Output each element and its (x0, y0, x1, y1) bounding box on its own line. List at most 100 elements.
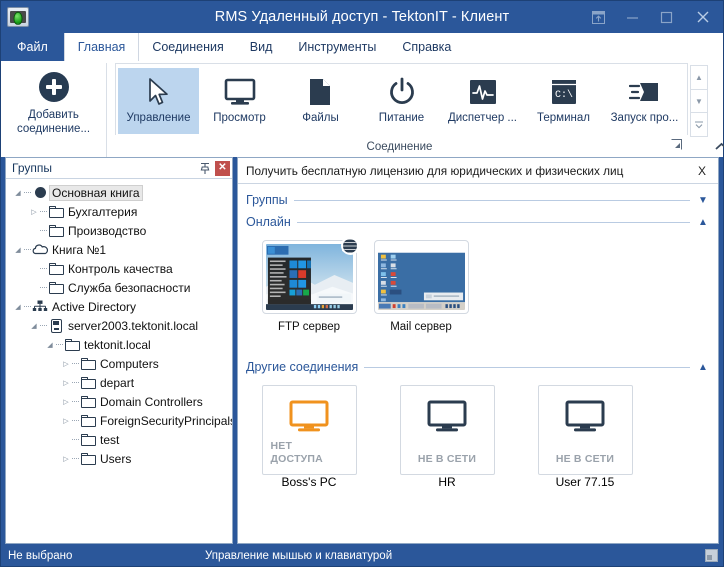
tree-item-label: ForeignSecurityPrincipals (97, 414, 232, 428)
close-icon[interactable] (683, 2, 723, 32)
scroll-down-icon[interactable]: ▼ (691, 90, 707, 114)
connection-thumbnail[interactable] (374, 240, 469, 314)
expander-collapsed-icon[interactable]: ▷ (60, 360, 72, 368)
status-mode: Управление мышью и клавиатурой (205, 550, 703, 562)
cursor-arrow-icon (146, 75, 172, 109)
resize-grip-icon[interactable] (703, 549, 719, 563)
expander-expanded-icon[interactable]: ◢ (12, 246, 24, 254)
connection-name: Boss's PC (282, 475, 337, 489)
tree-item-[interactable]: Производство (12, 221, 232, 240)
section-title-online: Онлайн (246, 215, 291, 229)
ribbon-button-run-program[interactable]: Запуск про... (604, 68, 685, 134)
maximize-icon[interactable] (649, 2, 683, 32)
expander-expanded-icon[interactable]: ◢ (12, 189, 24, 197)
tree-item-[interactable]: Контроль качества (12, 259, 232, 278)
section-title-groups: Группы (246, 193, 288, 207)
add-connection-label-line2: соединение... (17, 122, 90, 136)
scroll-up-icon[interactable]: ▲ (691, 66, 707, 90)
expander-expanded-icon[interactable]: ◢ (28, 322, 40, 330)
ribbon-label-task-manager: Питание (379, 112, 424, 124)
connection-tile[interactable]: НЕ В СЕТИ HR (398, 385, 496, 489)
ribbon-button-terminal[interactable]: C:\ Терминал (523, 68, 604, 134)
folder-icon (47, 225, 65, 237)
connection-tile[interactable]: НЕТ ДОСТУПА Boss's PC (260, 385, 358, 489)
connection-status-box[interactable]: НЕ В СЕТИ (538, 385, 633, 475)
expander-collapsed-icon[interactable]: ▷ (60, 417, 72, 425)
tree-item-users[interactable]: ▷Users (12, 449, 232, 468)
tree-item-foreignsecurityprincipals[interactable]: ▷ ForeignSecurityPrincipals (12, 411, 232, 430)
ribbon-label-run-program: Запуск про... (611, 112, 679, 124)
expander-expanded-icon[interactable]: ◢ (44, 341, 56, 349)
tree-item-test[interactable]: test (12, 430, 232, 449)
ribbon-button-manager[interactable]: Диспетчер ... (442, 68, 523, 134)
groups-tree[interactable]: ◢Основная книга▷БухгалтерияПроизводство◢… (6, 179, 232, 543)
files-icon (307, 75, 335, 109)
folder-icon (79, 377, 97, 389)
chevron-down-icon[interactable]: ▼ (696, 195, 710, 206)
tree-item-1[interactable]: ◢Книга №1 (12, 240, 232, 259)
tree-item-computers[interactable]: ▷Computers (12, 354, 232, 373)
tab-home[interactable]: Главная (64, 33, 140, 61)
connection-tile[interactable]: Mail сервер (372, 240, 470, 333)
tree-line (24, 192, 31, 193)
license-banner[interactable]: Получить бесплатную лицензию для юридиче… (238, 158, 718, 184)
connection-name: FTP сервер (278, 321, 340, 333)
expander-collapsed-icon[interactable]: ▷ (60, 455, 72, 463)
dialog-launcher-icon[interactable] (670, 139, 682, 151)
folder-icon (79, 434, 97, 446)
connection-status-box[interactable]: НЕ В СЕТИ (400, 385, 495, 475)
expander-collapsed-icon[interactable]: ▷ (28, 208, 40, 216)
tree-item-active-directory[interactable]: ◢Active Directory (12, 297, 232, 316)
folder-icon (79, 396, 97, 408)
add-connection-button[interactable]: Добавить соединение... (1, 63, 107, 157)
pin-icon[interactable] (196, 160, 213, 177)
section-header-groups[interactable]: Группы ▼ (246, 190, 710, 210)
expander-expanded-icon[interactable]: ◢ (12, 303, 24, 311)
connection-status-box[interactable]: НЕТ ДОСТУПА (262, 385, 357, 475)
expander-collapsed-icon[interactable]: ▷ (60, 379, 72, 387)
chevron-up-icon[interactable]: ▲ (696, 362, 710, 373)
ribbon-button-files[interactable]: Файлы (280, 68, 361, 134)
tab-tools[interactable]: Инструменты (285, 33, 389, 61)
app-window: RMS Удаленный доступ - TektonIT - Клиент… (0, 0, 724, 567)
tab-help[interactable]: Справка (389, 33, 464, 61)
ribbon-label-manage: Управление (127, 112, 191, 124)
collapse-ribbon-icon[interactable] (708, 63, 724, 157)
expander-collapsed-icon[interactable]: ▷ (60, 398, 72, 406)
chevron-up-icon[interactable]: ▲ (696, 217, 710, 228)
groups-panel-title: Группы (12, 161, 52, 175)
dot-icon (31, 187, 49, 198)
tree-item-server2003-tektonit-local[interactable]: ◢server2003.tektonit.local (12, 316, 232, 335)
banner-close-icon[interactable]: X (694, 164, 710, 178)
tab-file[interactable]: Файл (1, 33, 64, 61)
tree-item-depart[interactable]: ▷depart (12, 373, 232, 392)
tree-item-tektonit-local[interactable]: ◢tektonit.local (12, 335, 232, 354)
tree-item-[interactable]: Служба безопасности (12, 278, 232, 297)
section-header-other[interactable]: Другие соединения ▲ (246, 357, 710, 377)
ribbon-button-power[interactable]: Питание (361, 68, 442, 134)
section-header-online[interactable]: Онлайн ▲ (246, 212, 710, 232)
connection-name: User 77.15 (556, 475, 615, 489)
scroll-more-icon[interactable] (691, 113, 707, 136)
ribbon-button-view[interactable]: Просмотр (199, 68, 280, 134)
tree-item-[interactable]: ▷Бухгалтерия (12, 202, 232, 221)
connection-thumbnail[interactable] (262, 240, 357, 314)
tree-line (72, 420, 79, 421)
connection-tile[interactable]: FTP сервер (260, 240, 358, 333)
ribbon-group-caption-text: Соединение (367, 141, 433, 153)
tree-item-[interactable]: ◢Основная книга (12, 183, 232, 202)
tree-item-domain-controllers[interactable]: ▷ Domain Controllers (12, 392, 232, 411)
ribbon-display-options-icon[interactable] (581, 2, 615, 32)
minimize-icon[interactable] (615, 2, 649, 32)
connection-tile[interactable]: НЕ В СЕТИ User 77.15 (536, 385, 634, 489)
tab-view[interactable]: Вид (237, 33, 286, 61)
ribbon-scrollbar[interactable]: ▲ ▼ (690, 65, 708, 137)
tree-line (72, 401, 79, 402)
tree-item-label: Domain Controllers (97, 395, 206, 409)
folder-icon (79, 415, 97, 427)
close-icon[interactable]: ✕ (215, 161, 230, 176)
license-banner-text: Получить бесплатную лицензию для юридиче… (246, 164, 623, 178)
server-icon (47, 319, 65, 333)
tab-connections[interactable]: Соединения (139, 33, 236, 61)
ribbon-button-manage[interactable]: Управление (118, 68, 199, 134)
